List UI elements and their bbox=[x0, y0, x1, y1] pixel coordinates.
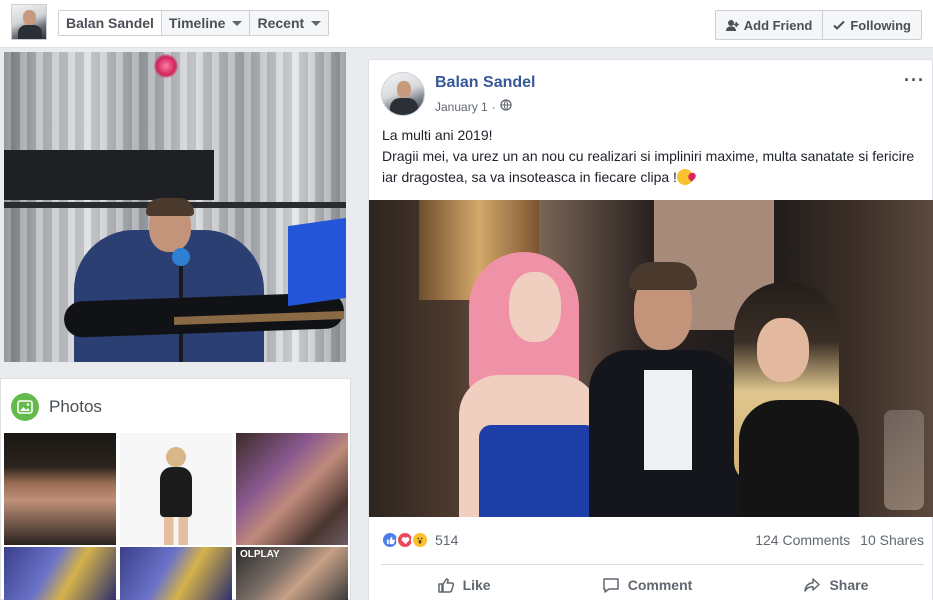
post-text-line: La multi ani 2019! bbox=[382, 127, 493, 143]
tab-profile-name[interactable]: Balan Sandel bbox=[59, 11, 162, 35]
following-label: Following bbox=[850, 17, 911, 33]
tab-label: Balan Sandel bbox=[66, 15, 154, 31]
friend-actions: Add Friend Following bbox=[714, 10, 922, 40]
reaction-count: 514 bbox=[435, 532, 459, 548]
music-stand bbox=[288, 217, 346, 307]
microphone bbox=[172, 248, 190, 266]
photos-header[interactable]: Photos bbox=[11, 393, 102, 421]
like-label: Like bbox=[462, 577, 491, 593]
add-friend-button[interactable]: Add Friend bbox=[716, 11, 824, 39]
post-meta: January 1 · bbox=[435, 99, 512, 114]
photos-card: Photos OLPLAY bbox=[0, 378, 351, 600]
photo-thumbnail[interactable] bbox=[120, 433, 232, 545]
photos-title: Photos bbox=[49, 397, 102, 416]
post-actions: Like Comment Share bbox=[381, 567, 924, 600]
tab-label: Timeline bbox=[168, 15, 226, 31]
post-options-button[interactable]: ··· bbox=[904, 70, 925, 91]
profile-cover-photo[interactable] bbox=[4, 52, 346, 362]
meta-separator: · bbox=[491, 99, 496, 114]
photo-figure-body bbox=[160, 467, 192, 517]
add-friend-icon bbox=[725, 19, 739, 32]
comment-label: Comment bbox=[627, 577, 693, 593]
photo-woman-left-dress bbox=[479, 425, 597, 517]
share-button[interactable]: Share bbox=[803, 567, 868, 600]
photo-thumbnail[interactable] bbox=[236, 433, 348, 545]
thumbnail-logo-text: OLPLAY bbox=[240, 549, 280, 560]
timeline-post: Balan Sandel January 1 · ··· La multi an… bbox=[368, 59, 933, 600]
shares-count-link[interactable]: 10 Shares bbox=[860, 532, 924, 548]
engagement-counts: 124 Comments 10 Shares bbox=[745, 532, 924, 548]
stage-light bbox=[154, 54, 178, 78]
photo-thumbnail[interactable] bbox=[120, 547, 232, 600]
photo-woman-left-face bbox=[509, 272, 561, 342]
stage-speaker bbox=[4, 150, 214, 200]
photos-icon bbox=[11, 393, 39, 421]
thumbs-up-icon bbox=[437, 578, 454, 593]
photo-thumbnail[interactable]: OLPLAY bbox=[236, 547, 348, 600]
actions-divider bbox=[381, 564, 924, 565]
add-friend-label: Add Friend bbox=[743, 17, 813, 33]
comment-button[interactable]: Comment bbox=[602, 567, 693, 600]
profile-top-bar: Balan Sandel Timeline Recent Add Friend … bbox=[0, 0, 933, 48]
check-icon bbox=[833, 19, 846, 31]
photo-woman-right-body bbox=[739, 400, 859, 517]
profile-nav-tabs: Balan Sandel Timeline Recent bbox=[58, 10, 330, 36]
caret-down-icon bbox=[232, 20, 243, 26]
singer-hair bbox=[146, 198, 194, 216]
caret-down-icon bbox=[311, 20, 322, 26]
post-text-paragraph: Dragii mei, va urez un an nou cu realiza… bbox=[382, 146, 927, 188]
comments-count-link[interactable]: 124 Comments bbox=[755, 532, 850, 548]
post-author-name[interactable]: Balan Sandel bbox=[435, 74, 535, 92]
tab-label: Recent bbox=[257, 15, 305, 31]
post-date[interactable]: January 1 bbox=[435, 100, 488, 114]
wow-icon bbox=[411, 531, 429, 549]
following-button[interactable]: Following bbox=[823, 11, 921, 39]
photo-glasses bbox=[884, 410, 924, 510]
profile-avatar[interactable] bbox=[11, 4, 47, 40]
tab-recent[interactable]: Recent bbox=[250, 11, 328, 35]
post-stats: 514 124 Comments 10 Shares bbox=[381, 529, 924, 551]
photo-figure-head bbox=[166, 447, 186, 467]
tab-timeline[interactable]: Timeline bbox=[162, 11, 251, 35]
reactions-summary[interactable]: 514 bbox=[381, 531, 458, 549]
photo-man-hair bbox=[629, 262, 697, 290]
photo-thumbnail[interactable] bbox=[4, 547, 116, 600]
photo-man-shirt bbox=[644, 370, 692, 470]
photo-thumbnail[interactable] bbox=[4, 433, 116, 545]
photo-figure-legs bbox=[164, 517, 188, 545]
share-arrow-icon bbox=[804, 578, 821, 592]
post-text-line: Dragii mei, va urez un an nou cu realiza… bbox=[382, 148, 915, 185]
post-photo[interactable] bbox=[369, 200, 933, 517]
photo-woman-right-face bbox=[757, 318, 809, 382]
comment-bubble-icon bbox=[603, 578, 619, 593]
share-label: Share bbox=[829, 577, 869, 593]
globe-icon[interactable] bbox=[500, 99, 512, 114]
post-author-avatar[interactable] bbox=[381, 72, 425, 116]
post-text: La multi ani 2019! Dragii mei, va urez u… bbox=[382, 125, 927, 188]
like-button[interactable]: Like bbox=[437, 567, 491, 600]
heart-face-emoji-icon bbox=[676, 169, 693, 185]
